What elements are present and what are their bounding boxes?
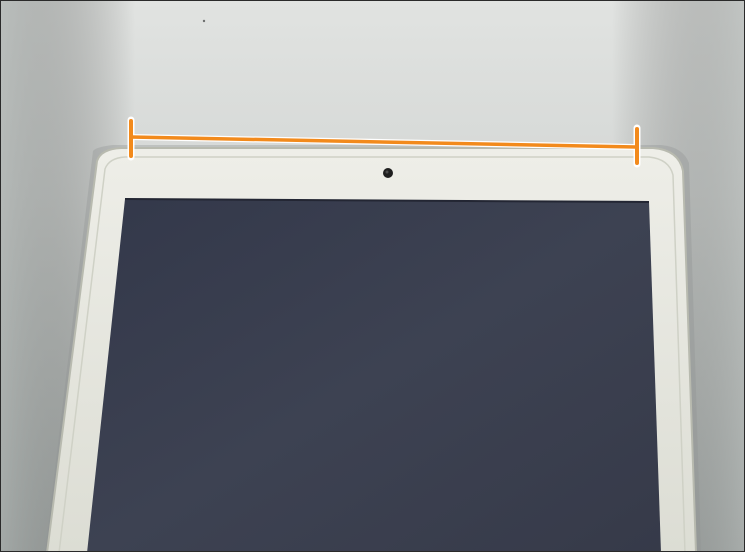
photo-frame bbox=[0, 0, 745, 552]
wall-speck bbox=[202, 19, 206, 23]
camera-lens-glint bbox=[385, 170, 389, 174]
tablet-photo bbox=[1, 1, 744, 551]
tablet-screen bbox=[87, 199, 661, 551]
